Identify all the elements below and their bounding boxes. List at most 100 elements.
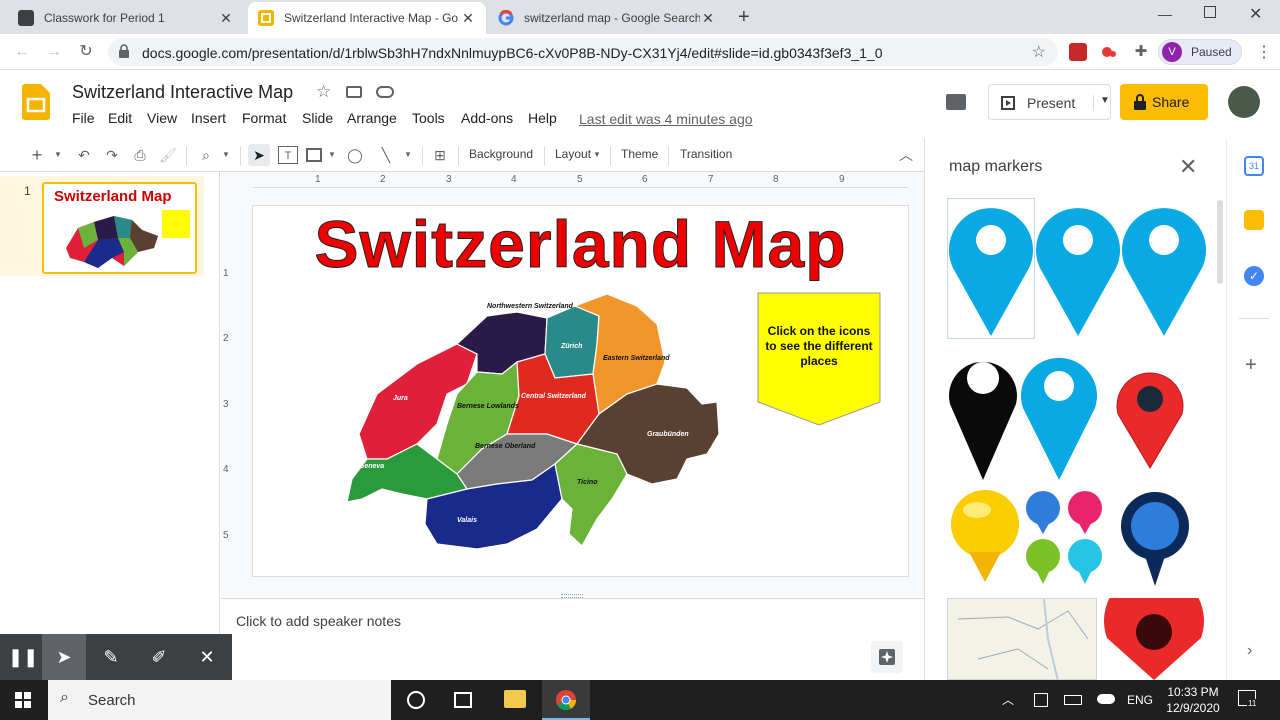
pins-multicolor-icon[interactable]	[1023, 488, 1107, 588]
chevron-right-icon[interactable]: ›	[1247, 642, 1252, 660]
screencastify-extension-icon[interactable]	[1100, 43, 1118, 61]
speaker-notes-placeholder[interactable]: Click to add speaker notes	[236, 613, 401, 629]
onedrive-cloud-icon[interactable]	[1097, 694, 1115, 704]
pdf-extension-icon[interactable]	[1069, 43, 1087, 61]
pin-black-icon[interactable]	[947, 342, 1019, 482]
share-button[interactable]: Share	[1120, 84, 1208, 120]
browser-tab-search[interactable]: switzerland map - Google Search ✕	[488, 2, 726, 34]
battery-icon[interactable]	[1064, 695, 1082, 705]
menu-format[interactable]: Format	[242, 110, 286, 126]
add-comment-icon[interactable]: ⊞	[430, 146, 450, 164]
menu-view[interactable]: View	[147, 110, 177, 126]
menu-add-ons[interactable]: Add-ons	[461, 110, 513, 126]
redo-icon[interactable]: ↷	[102, 146, 122, 164]
explore-button[interactable]	[871, 641, 903, 673]
menu-edit[interactable]: Edit	[108, 110, 132, 126]
instruction-callout[interactable]: Click on the icons to see the different …	[757, 292, 881, 426]
star-icon[interactable]: ☆	[316, 82, 331, 102]
collapse-toolbar-icon[interactable]: ︿	[898, 146, 914, 164]
tray-app-icon[interactable]	[1034, 693, 1048, 707]
task-view-icon[interactable]	[454, 692, 472, 708]
select-cursor-icon[interactable]: ➤	[248, 144, 270, 166]
forward-icon[interactable]: →	[44, 42, 64, 62]
menu-arrange[interactable]: Arrange	[347, 110, 397, 126]
pin-light-blue-icon[interactable]	[1121, 198, 1207, 338]
close-tab-icon[interactable]: ✕	[218, 10, 234, 27]
taskbar-search[interactable]: ⌕ Search	[48, 680, 391, 720]
pin-navy-icon[interactable]	[1119, 490, 1191, 590]
minimize-window-icon[interactable]: —	[1158, 6, 1172, 22]
close-panel-icon[interactable]: ✕	[1179, 154, 1197, 180]
reload-icon[interactable]: ↻	[76, 42, 96, 62]
undo-icon[interactable]: ↶	[74, 146, 94, 164]
pause-icon[interactable]: ❚❚	[8, 646, 38, 668]
cortana-icon[interactable]	[407, 691, 425, 709]
browser-tab-slides[interactable]: Switzerland Interactive Map - Go ✕	[248, 2, 486, 34]
switzerland-map-image[interactable]: Northwestern Switzerland Zürich Eastern …	[307, 284, 747, 564]
language-indicator[interactable]: ENG	[1127, 693, 1153, 707]
close-icon[interactable]: ✕	[196, 646, 218, 668]
browser-menu-icon[interactable]: ⋮	[1256, 42, 1272, 62]
new-slide-icon[interactable]: +	[28, 146, 46, 164]
notes-resize-handle[interactable]	[561, 594, 583, 598]
region-ticino[interactable]	[554, 443, 628, 547]
pin-yellow-icon[interactable]	[947, 488, 1023, 584]
layout-button[interactable]: Layout	[555, 147, 591, 161]
shape-icon[interactable]: ◯	[346, 146, 364, 164]
bookmark-star-icon[interactable]: ☆	[1032, 42, 1046, 62]
image-icon[interactable]	[306, 148, 322, 162]
close-tab-icon[interactable]: ✕	[460, 10, 476, 27]
chevron-down-icon[interactable]: ▼	[220, 146, 232, 164]
chevron-down-icon[interactable]: ▼	[326, 146, 338, 164]
chevron-down-icon[interactable]: ▼	[1093, 95, 1110, 111]
close-tab-icon[interactable]: ✕	[700, 10, 716, 27]
slide[interactable]: Switzerland Map Northwestern Switzerland…	[253, 206, 908, 576]
text-box-icon[interactable]: T	[278, 146, 298, 164]
background-button[interactable]: Background	[469, 147, 533, 161]
pin-red-icon[interactable]	[1113, 362, 1187, 470]
line-icon[interactable]: ╲	[376, 146, 396, 164]
notifications-icon[interactable]: 11	[1238, 690, 1258, 708]
menu-file[interactable]: File	[72, 110, 95, 126]
chevron-down-icon[interactable]: ▼	[52, 146, 64, 164]
last-edit-link[interactable]: Last edit was 4 minutes ago	[579, 111, 753, 127]
account-avatar[interactable]	[1228, 86, 1260, 118]
menu-tools[interactable]: Tools	[412, 110, 445, 126]
windows-start-icon[interactable]	[15, 692, 31, 708]
highlighter-icon[interactable]: ✐	[148, 646, 170, 668]
present-button[interactable]: Present ▼	[988, 84, 1111, 120]
menu-slide[interactable]: Slide	[302, 110, 333, 126]
menu-insert[interactable]: Insert	[191, 110, 226, 126]
print-icon[interactable]: ⎙	[130, 146, 150, 164]
panel-scrollbar[interactable]	[1217, 200, 1223, 284]
pen-icon[interactable]: ✎	[100, 646, 122, 668]
slide-title[interactable]: Switzerland Map	[253, 206, 908, 282]
zoom-icon[interactable]: ⌕	[196, 146, 216, 164]
file-explorer-icon[interactable]	[504, 690, 526, 708]
profile-button[interactable]: V Paused	[1158, 39, 1242, 65]
pin-light-blue-icon[interactable]	[947, 198, 1035, 338]
menu-help[interactable]: Help	[528, 110, 557, 126]
pin-light-blue-icon[interactable]	[1019, 342, 1099, 482]
pin-red-large-icon[interactable]	[1101, 598, 1207, 680]
region-zurich[interactable]	[544, 305, 600, 379]
restore-window-icon[interactable]	[1204, 6, 1216, 18]
search-query[interactable]: map markers	[949, 158, 1042, 176]
theme-button[interactable]: Theme	[621, 147, 658, 161]
address-bar[interactable]: docs.google.com/presentation/d/1rblwSb3h…	[108, 38, 1058, 66]
tray-expand-icon[interactable]: ︿	[1002, 691, 1014, 708]
document-title[interactable]: Switzerland Interactive Map	[72, 82, 293, 103]
pin-light-blue-icon[interactable]	[1035, 198, 1121, 338]
keep-icon[interactable]	[1244, 210, 1264, 230]
back-icon[interactable]: ←	[12, 42, 32, 62]
slide-thumbnail-row[interactable]: 1 Switzerland Map	[0, 176, 204, 276]
add-addon-icon[interactable]: +	[1245, 354, 1257, 377]
chevron-down-icon[interactable]: ▼	[402, 146, 414, 164]
transition-button[interactable]: Transition	[680, 147, 732, 161]
slide-thumbnail[interactable]: Switzerland Map	[42, 182, 197, 274]
browser-tab-classwork[interactable]: Classwork for Period 1 ✕	[8, 2, 244, 34]
clock[interactable]: 10:33 PM 12/9/2020	[1156, 684, 1230, 716]
cloud-saved-icon[interactable]	[376, 86, 394, 98]
paint-format-icon[interactable]: 🖌	[158, 146, 178, 164]
slides-logo-icon[interactable]	[22, 84, 50, 120]
